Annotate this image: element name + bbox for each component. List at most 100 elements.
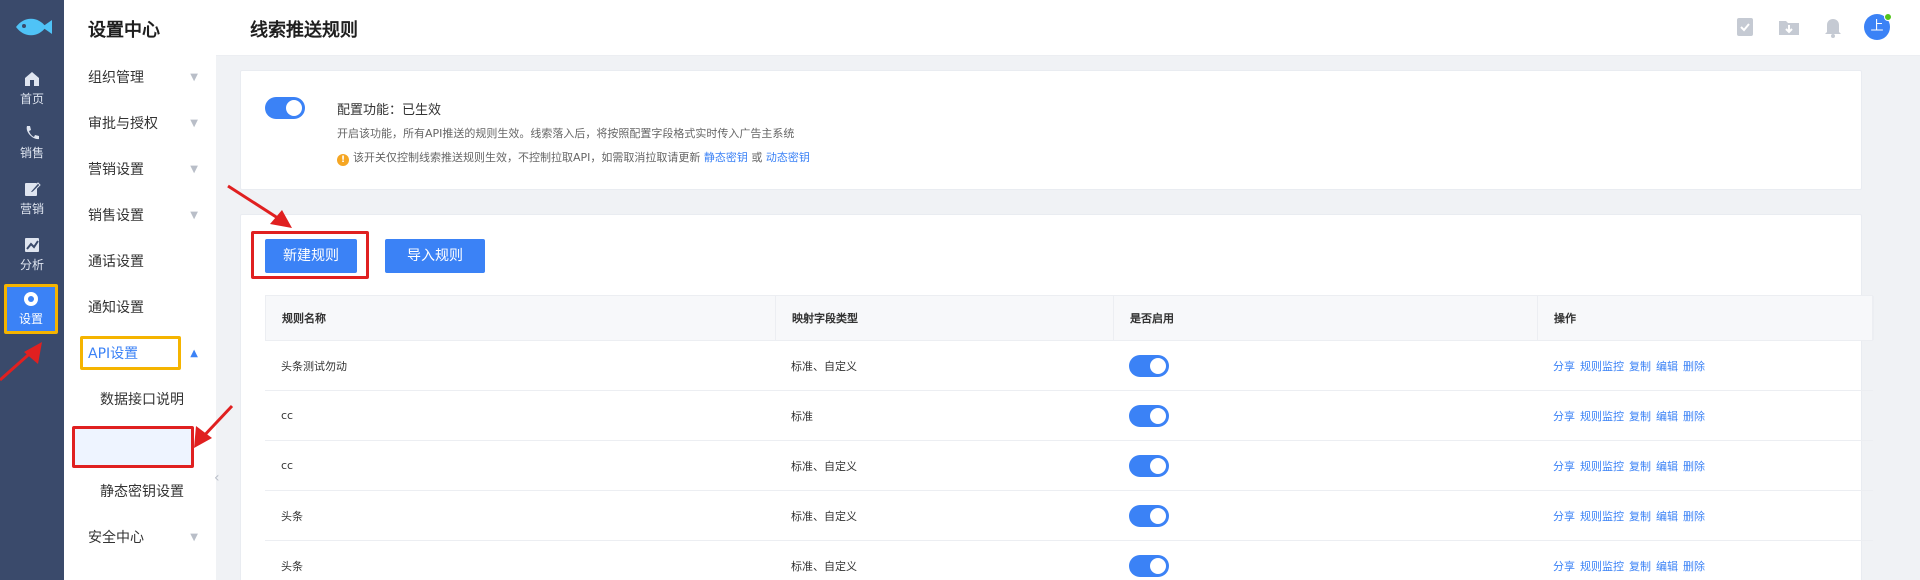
app-rail: 首页 销售 营销 分析 设置 bbox=[0, 0, 64, 580]
sidebar-item-org[interactable]: 组织管理 ▼ bbox=[88, 64, 204, 92]
sidebar-item-label: 销售设置 bbox=[88, 208, 144, 224]
table-row: 头条 标准、自定义 分享 规则监控 复制 编辑 删除 bbox=[265, 491, 1873, 541]
home-icon bbox=[25, 72, 39, 86]
import-rule-button[interactable]: 导入规则 bbox=[385, 239, 485, 273]
rule-type: 标准、自定义 bbox=[791, 459, 857, 473]
column-header-actions: 操作 bbox=[1538, 296, 1874, 340]
rule-enabled-cell bbox=[1113, 341, 1537, 390]
rule-enabled-toggle[interactable] bbox=[1129, 454, 1169, 477]
download-folder-icon[interactable] bbox=[1776, 14, 1802, 40]
chevron-down-icon: ▼ bbox=[190, 72, 198, 83]
copy-link[interactable]: 复制 bbox=[1629, 458, 1651, 474]
new-rule-button[interactable]: 新建规则 bbox=[265, 239, 357, 273]
monitor-link[interactable]: 规则监控 bbox=[1580, 358, 1624, 374]
table-row: 头条 标准、自定义 分享 规则监控 复制 编辑 删除 bbox=[265, 541, 1873, 580]
rule-enabled-toggle[interactable] bbox=[1129, 354, 1169, 377]
top-header: 线索推送规则 上 bbox=[216, 0, 1920, 56]
rule-type: 标准、自定义 bbox=[791, 359, 857, 373]
rule-enabled-cell bbox=[1113, 391, 1537, 440]
sidebar-item-label: 通知设置 bbox=[88, 300, 144, 316]
share-link[interactable]: 分享 bbox=[1553, 358, 1575, 374]
delete-link[interactable]: 删除 bbox=[1683, 358, 1705, 374]
online-status-dot bbox=[1884, 13, 1892, 21]
table-row: cc 标准、自定义 分享 规则监控 复制 编辑 删除 bbox=[265, 441, 1873, 491]
rail-item-home[interactable]: 首页 bbox=[0, 66, 64, 116]
sidebar-item-label: 通话设置 bbox=[88, 254, 144, 270]
warning-text: 该开关仅控制线索推送规则生效，不控制拉取API，如需取消拉取请更新 bbox=[353, 151, 701, 164]
column-header-type: 映射字段类型 bbox=[776, 296, 1114, 340]
bell-icon[interactable] bbox=[1820, 14, 1846, 40]
config-status: 配置功能：已生效 bbox=[337, 103, 442, 118]
share-link[interactable]: 分享 bbox=[1553, 508, 1575, 524]
global-push-toggle[interactable] bbox=[265, 97, 305, 119]
dynamic-key-link[interactable]: 动态密钥 bbox=[766, 151, 810, 164]
clipboard-check-icon[interactable] bbox=[1732, 14, 1758, 40]
config-description: 开启该功能，所有API推送的规则生效。线索落入后，将按照配置字段格式实时传入广告… bbox=[337, 127, 795, 140]
edit-link[interactable]: 编辑 bbox=[1656, 458, 1678, 474]
page-scrollbar[interactable] bbox=[1910, 56, 1920, 580]
delete-link[interactable]: 删除 bbox=[1683, 558, 1705, 574]
sidebar-item-notify[interactable]: 通知设置 bbox=[88, 294, 204, 322]
fish-logo-icon bbox=[16, 18, 52, 36]
delete-link[interactable]: 删除 bbox=[1683, 508, 1705, 524]
edit-link[interactable]: 编辑 bbox=[1656, 358, 1678, 374]
sidebar-item-label: 组织管理 bbox=[88, 70, 144, 86]
edit-icon bbox=[25, 182, 41, 196]
chevron-up-icon: ▲ bbox=[190, 348, 198, 359]
share-link[interactable]: 分享 bbox=[1553, 408, 1575, 424]
copy-link[interactable]: 复制 bbox=[1629, 558, 1651, 574]
rule-type: 标准、自定义 bbox=[791, 559, 857, 573]
share-link[interactable]: 分享 bbox=[1553, 458, 1575, 474]
rule-enabled-cell bbox=[1113, 541, 1537, 580]
rail-label-marketing: 营销 bbox=[19, 202, 44, 216]
share-link[interactable]: 分享 bbox=[1553, 558, 1575, 574]
gear-icon bbox=[24, 292, 38, 306]
monitor-link[interactable]: 规则监控 bbox=[1580, 458, 1624, 474]
or-text: 或 bbox=[751, 151, 763, 164]
config-warning: ! 该开关仅控制线索推送规则生效，不控制拉取API，如需取消拉取请更新 静态密钥 … bbox=[337, 149, 810, 166]
chart-icon bbox=[25, 238, 39, 252]
monitor-link[interactable]: 规则监控 bbox=[1580, 558, 1624, 574]
rail-item-marketing[interactable]: 营销 bbox=[0, 176, 64, 226]
delete-link[interactable]: 删除 bbox=[1683, 458, 1705, 474]
sidebar-item-label: 审批与授权 bbox=[88, 116, 158, 132]
sidebar-title: 设置中心 bbox=[88, 20, 160, 41]
api-highlight-box bbox=[80, 336, 181, 370]
copy-link[interactable]: 复制 bbox=[1629, 408, 1651, 424]
rule-name: 头条 bbox=[281, 559, 303, 573]
chevron-down-icon: ▼ bbox=[190, 118, 198, 129]
edit-link[interactable]: 编辑 bbox=[1656, 508, 1678, 524]
copy-link[interactable]: 复制 bbox=[1629, 508, 1651, 524]
chevron-down-icon: ▼ bbox=[190, 532, 198, 543]
sidebar-item-sales[interactable]: 销售设置 ▼ bbox=[88, 202, 204, 230]
sidebar-item-call[interactable]: 通话设置 bbox=[88, 248, 204, 276]
static-key-link[interactable]: 静态密钥 bbox=[704, 151, 748, 164]
rail-item-settings[interactable]: 设置 bbox=[4, 284, 58, 334]
rail-label-sales: 销售 bbox=[19, 146, 44, 160]
rule-enabled-toggle[interactable] bbox=[1129, 554, 1169, 577]
rail-label-home: 首页 bbox=[19, 92, 44, 106]
sidebar-subitem-api-doc[interactable]: 数据接口说明 bbox=[100, 386, 216, 414]
rule-actions: 分享 规则监控 复制 编辑 删除 bbox=[1537, 391, 1873, 440]
delete-link[interactable]: 删除 bbox=[1683, 408, 1705, 424]
table-header: 规则名称 映射字段类型 是否启用 操作 bbox=[265, 295, 1874, 341]
monitor-link[interactable]: 规则监控 bbox=[1580, 508, 1624, 524]
edit-link[interactable]: 编辑 bbox=[1656, 558, 1678, 574]
sidebar-subitem-static-key[interactable]: 静态密钥设置 bbox=[100, 478, 216, 506]
rule-enabled-toggle[interactable] bbox=[1129, 404, 1169, 427]
push-rules-highlight-box bbox=[72, 426, 194, 468]
collapse-sidebar-icon[interactable]: ‹ bbox=[214, 470, 228, 500]
sidebar-item-approval[interactable]: 审批与授权 ▼ bbox=[88, 110, 204, 138]
rail-item-sales[interactable]: 销售 bbox=[0, 120, 64, 170]
monitor-link[interactable]: 规则监控 bbox=[1580, 408, 1624, 424]
phone-icon bbox=[26, 126, 39, 140]
copy-link[interactable]: 复制 bbox=[1629, 358, 1651, 374]
edit-link[interactable]: 编辑 bbox=[1656, 408, 1678, 424]
rule-actions: 分享 规则监控 复制 编辑 删除 bbox=[1537, 441, 1873, 490]
sidebar-item-marketing[interactable]: 营销设置 ▼ bbox=[88, 156, 204, 184]
page-title: 线索推送规则 bbox=[250, 20, 358, 41]
rule-enabled-toggle[interactable] bbox=[1129, 504, 1169, 527]
rail-item-analysis[interactable]: 分析 bbox=[0, 232, 64, 282]
column-header-name: 规则名称 bbox=[266, 296, 776, 340]
sidebar-item-security[interactable]: 安全中心 ▼ bbox=[88, 524, 204, 552]
